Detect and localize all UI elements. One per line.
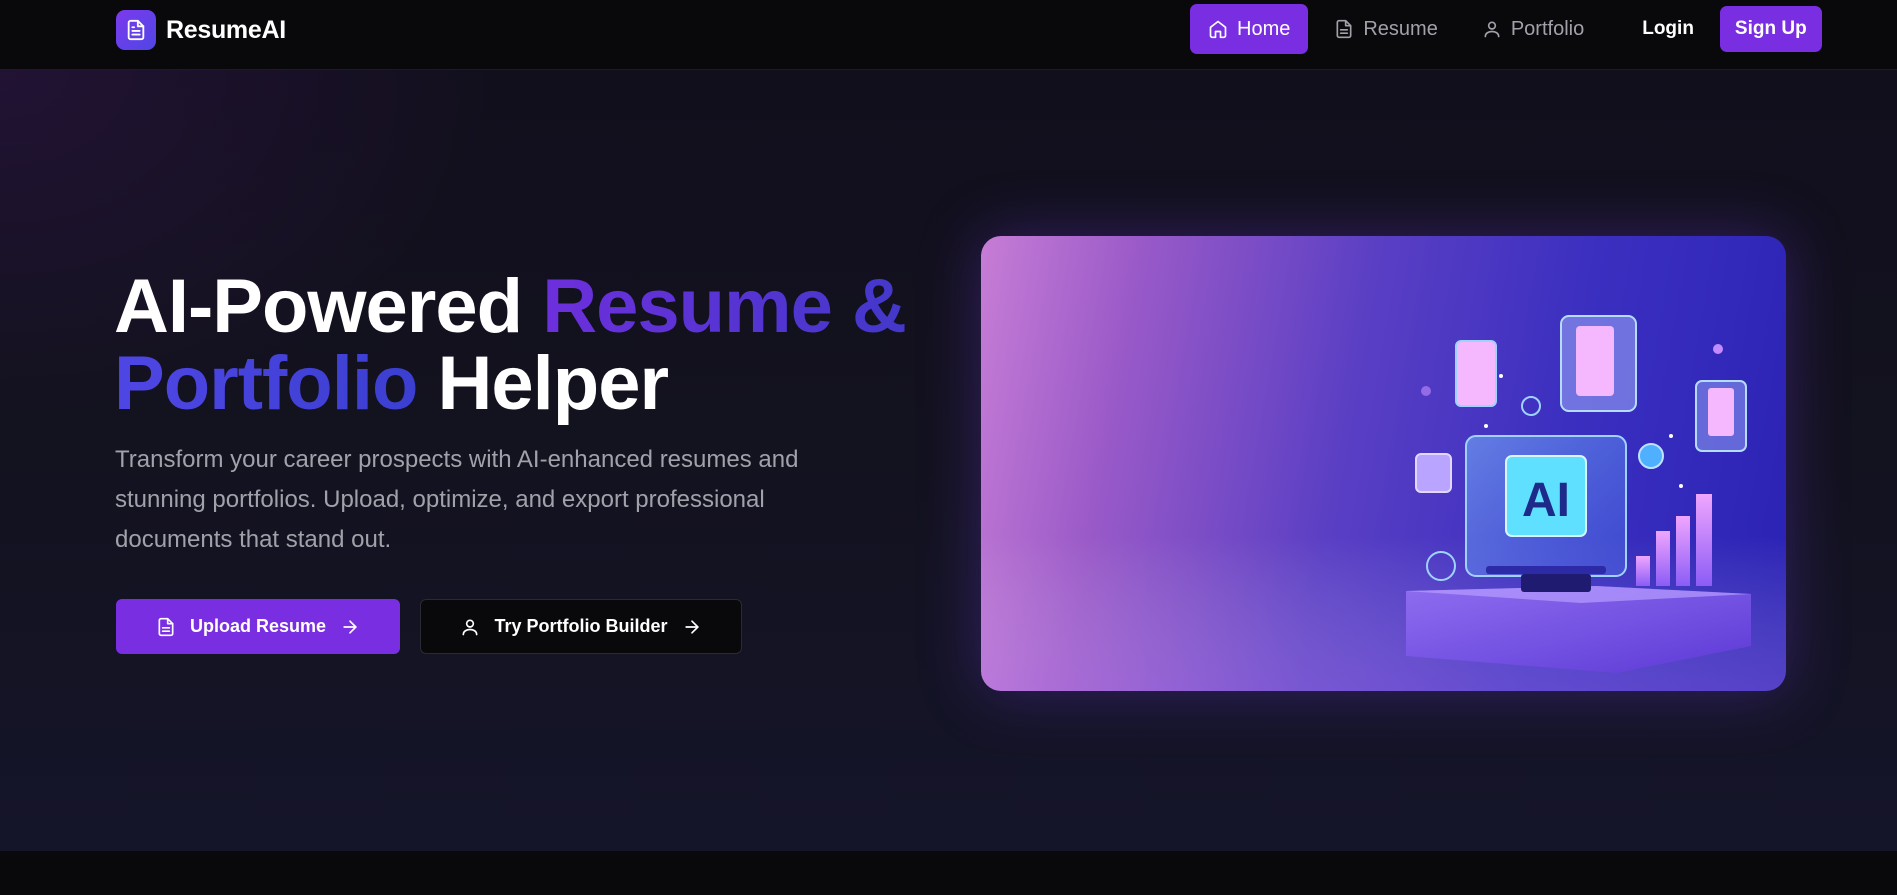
page-bottom-strip (0, 851, 1897, 895)
button-label: Upload Resume (189, 616, 327, 636)
document-icon (158, 617, 174, 636)
headline-text: Helper (417, 341, 670, 426)
document-icon (116, 10, 156, 50)
nav-item-label: Portfolio (1510, 17, 1585, 40)
arrow-right-icon (343, 619, 357, 634)
hero-description: Transform your career prospects with AI-… (115, 446, 799, 553)
ai-workspace-illustration: AI (981, 315, 1786, 691)
nav-item-label: Home (1237, 17, 1291, 40)
main-nav: Home Resume Portfolio Login Sign Up (1190, 4, 1822, 54)
user-icon (1484, 21, 1500, 38)
home-icon (1209, 20, 1227, 39)
nav-item-label: Resume (1363, 17, 1438, 40)
button-label: Try Portfolio Builder (494, 616, 668, 636)
signup-button[interactable]: Sign Up (1719, 6, 1822, 52)
try-portfolio-builder-button[interactable]: Try Portfolio Builder (420, 599, 742, 654)
nav-item-home[interactable]: Home (1190, 4, 1309, 54)
arrow-right-icon (684, 619, 699, 634)
top-navbar: ResumeAI Home Resume Portfolio Login Sig… (0, 0, 1897, 70)
document-icon (1336, 19, 1352, 39)
hero-illustration: AI (981, 236, 1786, 691)
nav-item-portfolio[interactable]: Portfolio (1464, 4, 1602, 54)
brand-name: ResumeAI (166, 15, 286, 44)
headline-highlight: Portfolio (114, 341, 418, 426)
headline-highlight: Resume & (542, 264, 907, 349)
login-button[interactable]: Login (1642, 18, 1694, 40)
brand-logo[interactable]: ResumeAI (116, 10, 286, 50)
user-icon (462, 619, 478, 635)
upload-resume-button[interactable]: Upload Resume (116, 599, 400, 654)
ai-screen-label: AI (1522, 474, 1570, 527)
nav-item-resume[interactable]: Resume (1316, 4, 1455, 54)
headline-text: AI-Powered (114, 264, 543, 349)
hero-headline: AI-Powered Resume & Portfolio Helper (114, 268, 934, 422)
